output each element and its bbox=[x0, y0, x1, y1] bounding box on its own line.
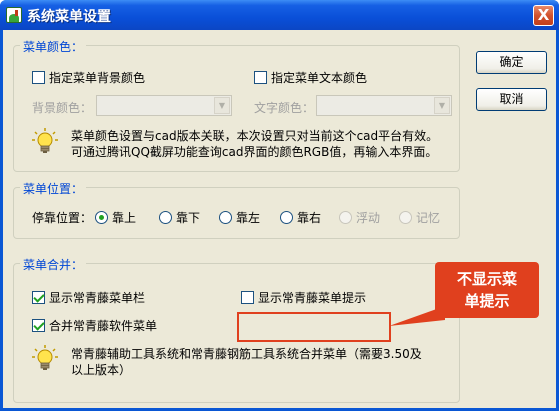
bg-color-dropdown-icon[interactable]: ▼ bbox=[214, 97, 230, 114]
radio-dock-bottom-label: 靠下 bbox=[176, 211, 201, 225]
radio-dock-top-circle[interactable] bbox=[95, 211, 108, 224]
title-bar[interactable]: 系统菜单设置 X bbox=[0, 0, 559, 30]
dock-position-label: 停靠位置： bbox=[32, 211, 93, 225]
annotation-line2: 单提示 bbox=[464, 292, 510, 310]
annotation-callout: 不显示菜 单提示 bbox=[435, 262, 539, 318]
merge-tip-line2: 以上版本） bbox=[71, 363, 132, 377]
radio-dock-float-label: 浮动 bbox=[356, 211, 381, 225]
lightbulb-icon bbox=[32, 128, 58, 153]
radio-dock-float[interactable]: 浮动 bbox=[339, 209, 380, 226]
radio-dock-remember-label: 记忆 bbox=[416, 211, 441, 225]
ok-button[interactable]: 确定 bbox=[476, 51, 547, 74]
menu-color-group: 菜单颜色： 指定菜单背景颜色 指定菜单文本颜色 背景颜色： ▼ 文字颜色： ▼ bbox=[13, 38, 460, 172]
menu-color-title: 菜单颜色： bbox=[20, 38, 87, 55]
radio-dock-bottom-circle[interactable] bbox=[159, 211, 172, 224]
radio-dock-top-label: 靠上 bbox=[112, 211, 137, 225]
text-color-checkbox[interactable]: 指定菜单文本颜色 bbox=[254, 69, 367, 86]
cancel-button[interactable]: 取消 bbox=[476, 88, 547, 111]
dialog-body: 菜单颜色： 指定菜单背景颜色 指定菜单文本颜色 背景颜色： ▼ 文字颜色： ▼ bbox=[3, 30, 556, 408]
annotation-line1: 不显示菜 bbox=[456, 270, 517, 288]
color-tip-line2: 可通过腾讯QQ截屏功能查询cad界面的颜色RGB值，再输入本界面。 bbox=[71, 145, 438, 159]
bg-color-checkbox-label: 指定菜单背景颜色 bbox=[49, 71, 146, 85]
radio-dock-top[interactable]: 靠上 bbox=[95, 209, 136, 226]
merge-software-checkbox-box[interactable] bbox=[32, 319, 45, 332]
bg-color-select[interactable]: ▼ bbox=[96, 95, 232, 116]
show-menubar-checkbox[interactable]: 显示常青藤菜单栏 bbox=[32, 289, 145, 306]
show-menubar-checkbox-box[interactable] bbox=[32, 291, 45, 304]
radio-dock-bottom[interactable]: 靠下 bbox=[159, 209, 200, 226]
merge-tip-line1: 常青藤辅助工具系统和常青藤钢筋工具系统合并菜单（需要3.50及 bbox=[71, 347, 422, 361]
window-title: 系统菜单设置 bbox=[27, 9, 111, 25]
radio-dock-float-circle[interactable] bbox=[339, 211, 352, 224]
show-tips-checkbox-box[interactable] bbox=[241, 291, 254, 304]
color-tip-line1: 菜单颜色设置与cad版本关联，本次设置只对当前这个cad平台有效。 bbox=[71, 129, 439, 143]
text-color-checkbox-label: 指定菜单文本颜色 bbox=[271, 71, 368, 85]
radio-dock-left-label: 靠左 bbox=[236, 211, 261, 225]
radio-dock-right-circle[interactable] bbox=[280, 211, 293, 224]
bg-color-checkbox[interactable]: 指定菜单背景颜色 bbox=[32, 69, 145, 86]
menu-position-title: 菜单位置： bbox=[20, 180, 87, 197]
annotation-highlight-box bbox=[237, 312, 391, 342]
text-color-checkbox-box[interactable] bbox=[254, 71, 267, 84]
radio-dock-remember-circle[interactable] bbox=[399, 211, 412, 224]
show-menubar-checkbox-label: 显示常青藤菜单栏 bbox=[49, 291, 146, 305]
text-color-dropdown-icon[interactable]: ▼ bbox=[434, 97, 450, 114]
app-icon bbox=[6, 7, 22, 23]
text-color-label: 文字颜色： bbox=[254, 101, 315, 115]
radio-dock-right-label: 靠右 bbox=[297, 211, 322, 225]
merge-software-checkbox-label: 合并常青藤软件菜单 bbox=[49, 319, 158, 333]
bg-color-checkbox-box[interactable] bbox=[32, 71, 45, 84]
radio-dock-right[interactable]: 靠右 bbox=[280, 209, 321, 226]
radio-dock-left-circle[interactable] bbox=[219, 211, 232, 224]
text-color-select[interactable]: ▼ bbox=[316, 95, 452, 116]
radio-dock-left[interactable]: 靠左 bbox=[219, 209, 260, 226]
radio-dock-remember[interactable]: 记忆 bbox=[399, 209, 440, 226]
menu-merge-title: 菜单合并： bbox=[20, 256, 87, 273]
merge-software-checkbox[interactable]: 合并常青藤软件菜单 bbox=[32, 317, 157, 334]
menu-position-group: 菜单位置： 停靠位置： 靠上 靠下 靠左 靠右 浮动 记忆 bbox=[13, 180, 460, 239]
bg-color-label: 背景颜色： bbox=[32, 101, 93, 115]
dialog-window: 系统菜单设置 X 菜单颜色： 指定菜单背景颜色 指定菜单文本颜色 背景颜色： ▼… bbox=[0, 0, 559, 411]
lightbulb-icon bbox=[32, 345, 58, 370]
show-tips-checkbox[interactable]: 显示常青藤菜单提示 bbox=[241, 289, 366, 306]
show-tips-checkbox-label: 显示常青藤菜单提示 bbox=[258, 291, 367, 305]
close-button[interactable]: X bbox=[533, 5, 554, 26]
